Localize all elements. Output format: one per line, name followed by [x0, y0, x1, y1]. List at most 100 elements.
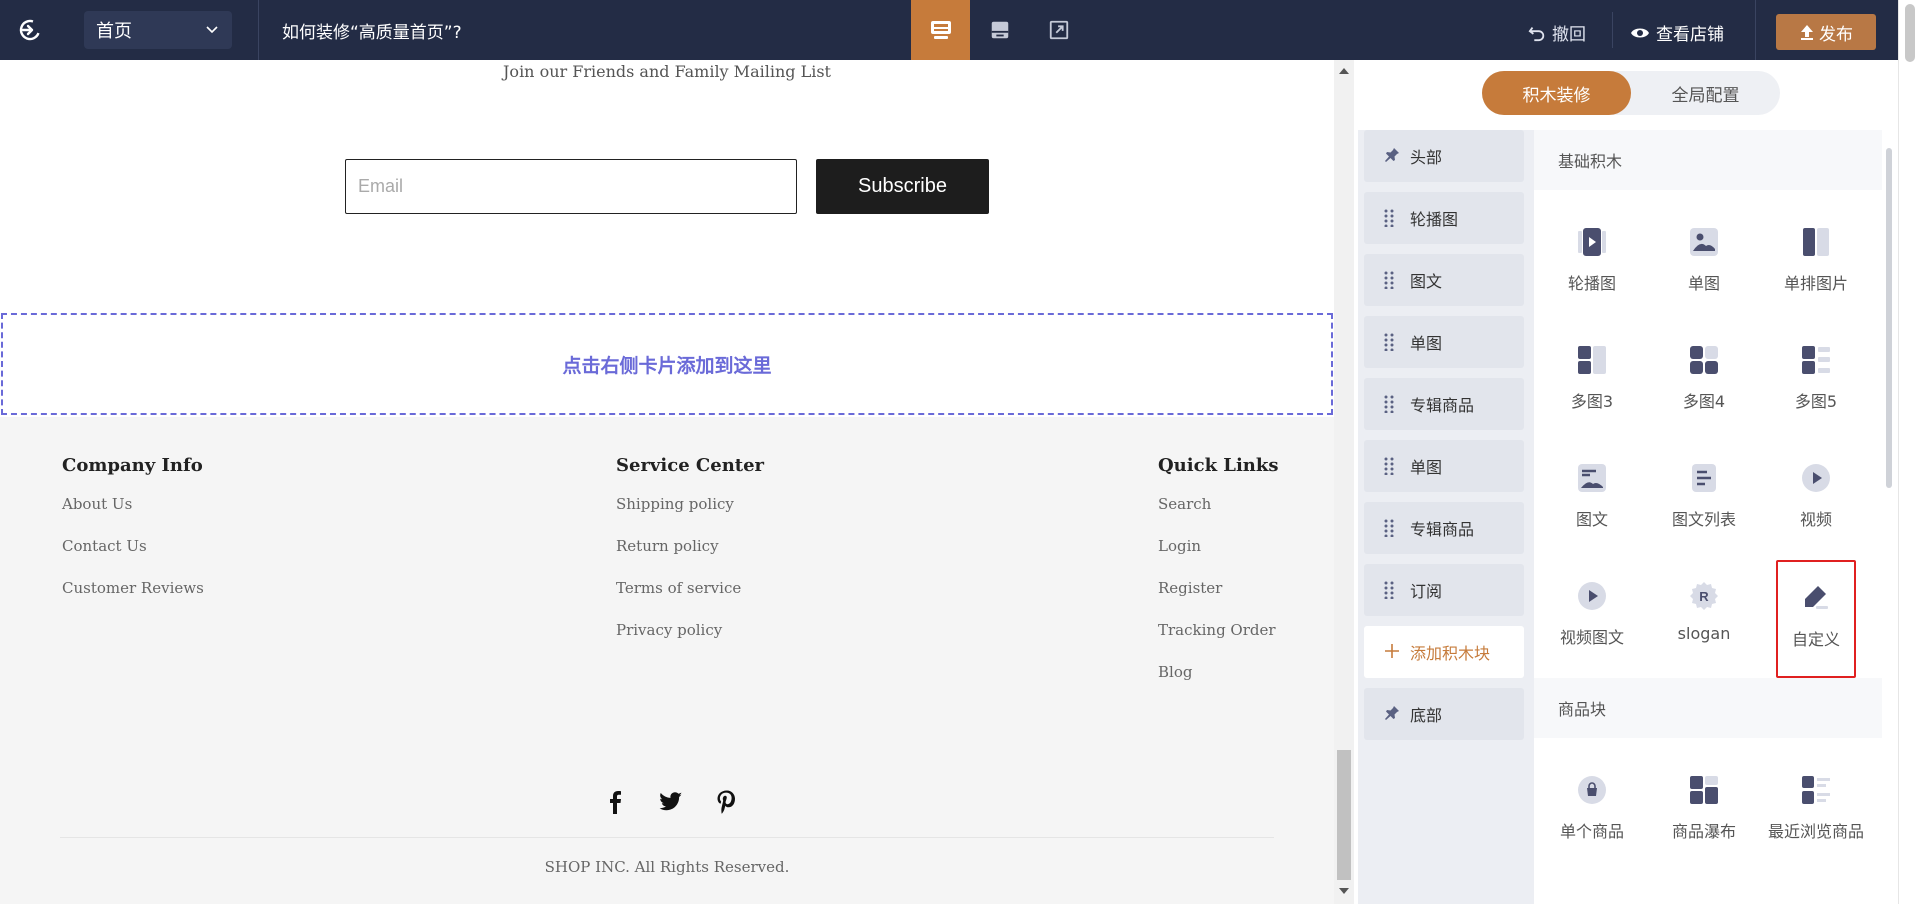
footer-link[interactable]: Return policy	[616, 536, 764, 578]
component-multi-image-5[interactable]: 多图5	[1760, 324, 1872, 442]
image-text-icon	[1574, 460, 1610, 496]
component-row-images[interactable]: 单排图片	[1760, 206, 1872, 324]
footer-link[interactable]: Shipping policy	[616, 494, 764, 536]
twitter-icon[interactable]	[656, 787, 686, 817]
scrollbar-thumb[interactable]	[1905, 4, 1915, 62]
component-label: 多图3	[1570, 392, 1614, 411]
block-item-carousel[interactable]: 轮播图	[1364, 192, 1524, 244]
fullscreen-view-button[interactable]	[1029, 0, 1088, 60]
component-custom[interactable]: 自定义	[1776, 560, 1856, 678]
footer-link[interactable]: Search	[1158, 494, 1279, 536]
footer-link[interactable]: Terms of service	[616, 578, 764, 620]
block-item-single-image[interactable]: 单图	[1364, 440, 1524, 492]
block-item-footer[interactable]: 底部	[1364, 688, 1524, 740]
footer-link[interactable]: Login	[1158, 536, 1279, 578]
upload-icon	[1801, 25, 1813, 40]
component-carousel[interactable]: 轮播图	[1536, 206, 1648, 324]
tablet-view-button[interactable]	[970, 0, 1029, 60]
block-item-label: 专辑商品	[1410, 520, 1475, 539]
scroll-up-icon[interactable]	[1339, 68, 1349, 74]
footer-link[interactable]: Contact Us	[62, 536, 204, 578]
scrollbar-thumb[interactable]	[1886, 148, 1892, 488]
block-item-header[interactable]: 头部	[1364, 130, 1524, 182]
footer-link[interactable]: Blog	[1158, 662, 1279, 704]
block-item-album-products[interactable]: 专辑商品	[1364, 378, 1524, 430]
divider	[1612, 12, 1613, 48]
block-list: 头部 轮播图 图文 单图 专辑商品 单图 专辑商品 订阅 添加积木块 底部	[1358, 130, 1534, 904]
view-store-button[interactable]: 查看店铺	[1630, 20, 1724, 45]
component-multi-image-4[interactable]: 多图4	[1648, 324, 1760, 442]
component-label: 单图	[1687, 274, 1720, 293]
component-label: 多图4	[1682, 392, 1726, 411]
drag-handle-icon	[1384, 271, 1394, 289]
app-root: 首页 如何装修“高质量首页”? 撤回 查看店铺 发布 Join our Frie…	[0, 0, 1920, 904]
component-video-text[interactable]: 视频图文	[1536, 560, 1648, 678]
social-links	[600, 787, 742, 817]
component-image-text[interactable]: 图文	[1536, 442, 1648, 560]
page-select-value: 首页	[96, 21, 132, 42]
component-scrollbar[interactable]	[1884, 130, 1894, 904]
chevron-down-icon	[206, 26, 218, 34]
section-title-products: 商品块	[1534, 678, 1882, 738]
footer-link[interactable]: Privacy policy	[616, 620, 764, 662]
multi-image-4-icon	[1686, 342, 1722, 378]
block-item-image-text[interactable]: 图文	[1364, 254, 1524, 306]
component-image-text-list[interactable]: 图文列表	[1648, 442, 1760, 560]
pinterest-icon[interactable]	[712, 787, 742, 817]
component-recently-viewed[interactable]: 最近浏览商品	[1760, 754, 1872, 872]
tab-block-decoration[interactable]: 积木装修	[1482, 71, 1631, 115]
subscribe-button[interactable]: Subscribe	[816, 159, 989, 214]
scrollbar-thumb[interactable]	[1337, 750, 1351, 880]
block-item-label: 单图	[1410, 458, 1443, 477]
component-single-image[interactable]: 单图	[1648, 206, 1760, 324]
drop-zone-text: 点击右侧卡片添加到这里	[562, 354, 772, 377]
drop-zone[interactable]: 点击右侧卡片添加到这里	[1, 313, 1333, 415]
component-product-waterfall[interactable]: 商品瀑布	[1648, 754, 1760, 872]
publish-button[interactable]: 发布	[1776, 14, 1876, 50]
section-title-basic: 基础积木	[1534, 130, 1882, 190]
footer-link[interactable]: About Us	[62, 494, 204, 536]
block-item-label: 订阅	[1410, 582, 1443, 601]
footer-link[interactable]: Register	[1158, 578, 1279, 620]
preview-canvas: Join our Friends and Family Mailing List…	[0, 60, 1334, 904]
component-multi-image-3[interactable]: 多图3	[1536, 324, 1648, 442]
exit-button[interactable]	[14, 14, 46, 46]
email-input[interactable]	[345, 159, 797, 214]
block-item-label: 单图	[1410, 334, 1443, 353]
facebook-icon[interactable]	[600, 787, 630, 817]
block-item-album-products[interactable]: 专辑商品	[1364, 502, 1524, 554]
tab-global-config[interactable]: 全局配置	[1631, 71, 1780, 115]
component-single-product[interactable]: 单个商品	[1536, 754, 1648, 872]
image-icon	[1686, 224, 1722, 260]
tablet-icon	[991, 21, 1008, 39]
top-bar: 首页 如何装修“高质量首页”? 撤回 查看店铺 发布	[0, 0, 1920, 60]
pin-icon	[1385, 706, 1399, 720]
block-item-single-image[interactable]: 单图	[1364, 316, 1524, 368]
component-label: 图文列表	[1671, 510, 1736, 529]
block-item-subscribe[interactable]: 订阅	[1364, 564, 1524, 616]
component-video[interactable]: 视频	[1760, 442, 1872, 560]
component-label: 轮播图	[1567, 274, 1616, 293]
component-label: 单排图片	[1783, 274, 1848, 293]
footer-link[interactable]: Customer Reviews	[62, 578, 204, 620]
footer-column-title: Service Center	[616, 455, 765, 476]
eye-icon	[1631, 28, 1649, 37]
copyright-text: SHOP INC. All Rights Reserved.	[544, 858, 790, 876]
desktop-view-button[interactable]	[911, 0, 970, 60]
component-slogan[interactable]: R slogan	[1648, 560, 1760, 678]
plus-icon	[1385, 644, 1399, 658]
help-link[interactable]: 如何装修“高质量首页”?	[282, 18, 462, 43]
scroll-down-icon[interactable]	[1339, 888, 1349, 894]
add-block-button[interactable]: 添加积木块	[1364, 626, 1524, 678]
page-scrollbar[interactable]	[1898, 0, 1920, 904]
undo-button[interactable]: 撤回	[1528, 20, 1586, 45]
video-text-icon	[1574, 578, 1610, 614]
block-item-label: 头部	[1410, 148, 1443, 167]
component-label: 最近浏览商品	[1767, 822, 1864, 841]
block-item-label: 图文	[1410, 272, 1443, 291]
video-icon	[1798, 460, 1834, 496]
canvas-scrollbar[interactable]	[1334, 60, 1354, 904]
page-select[interactable]: 首页	[84, 11, 232, 49]
footer-link[interactable]: Tracking Order	[1158, 620, 1279, 662]
divider	[1755, 0, 1756, 60]
